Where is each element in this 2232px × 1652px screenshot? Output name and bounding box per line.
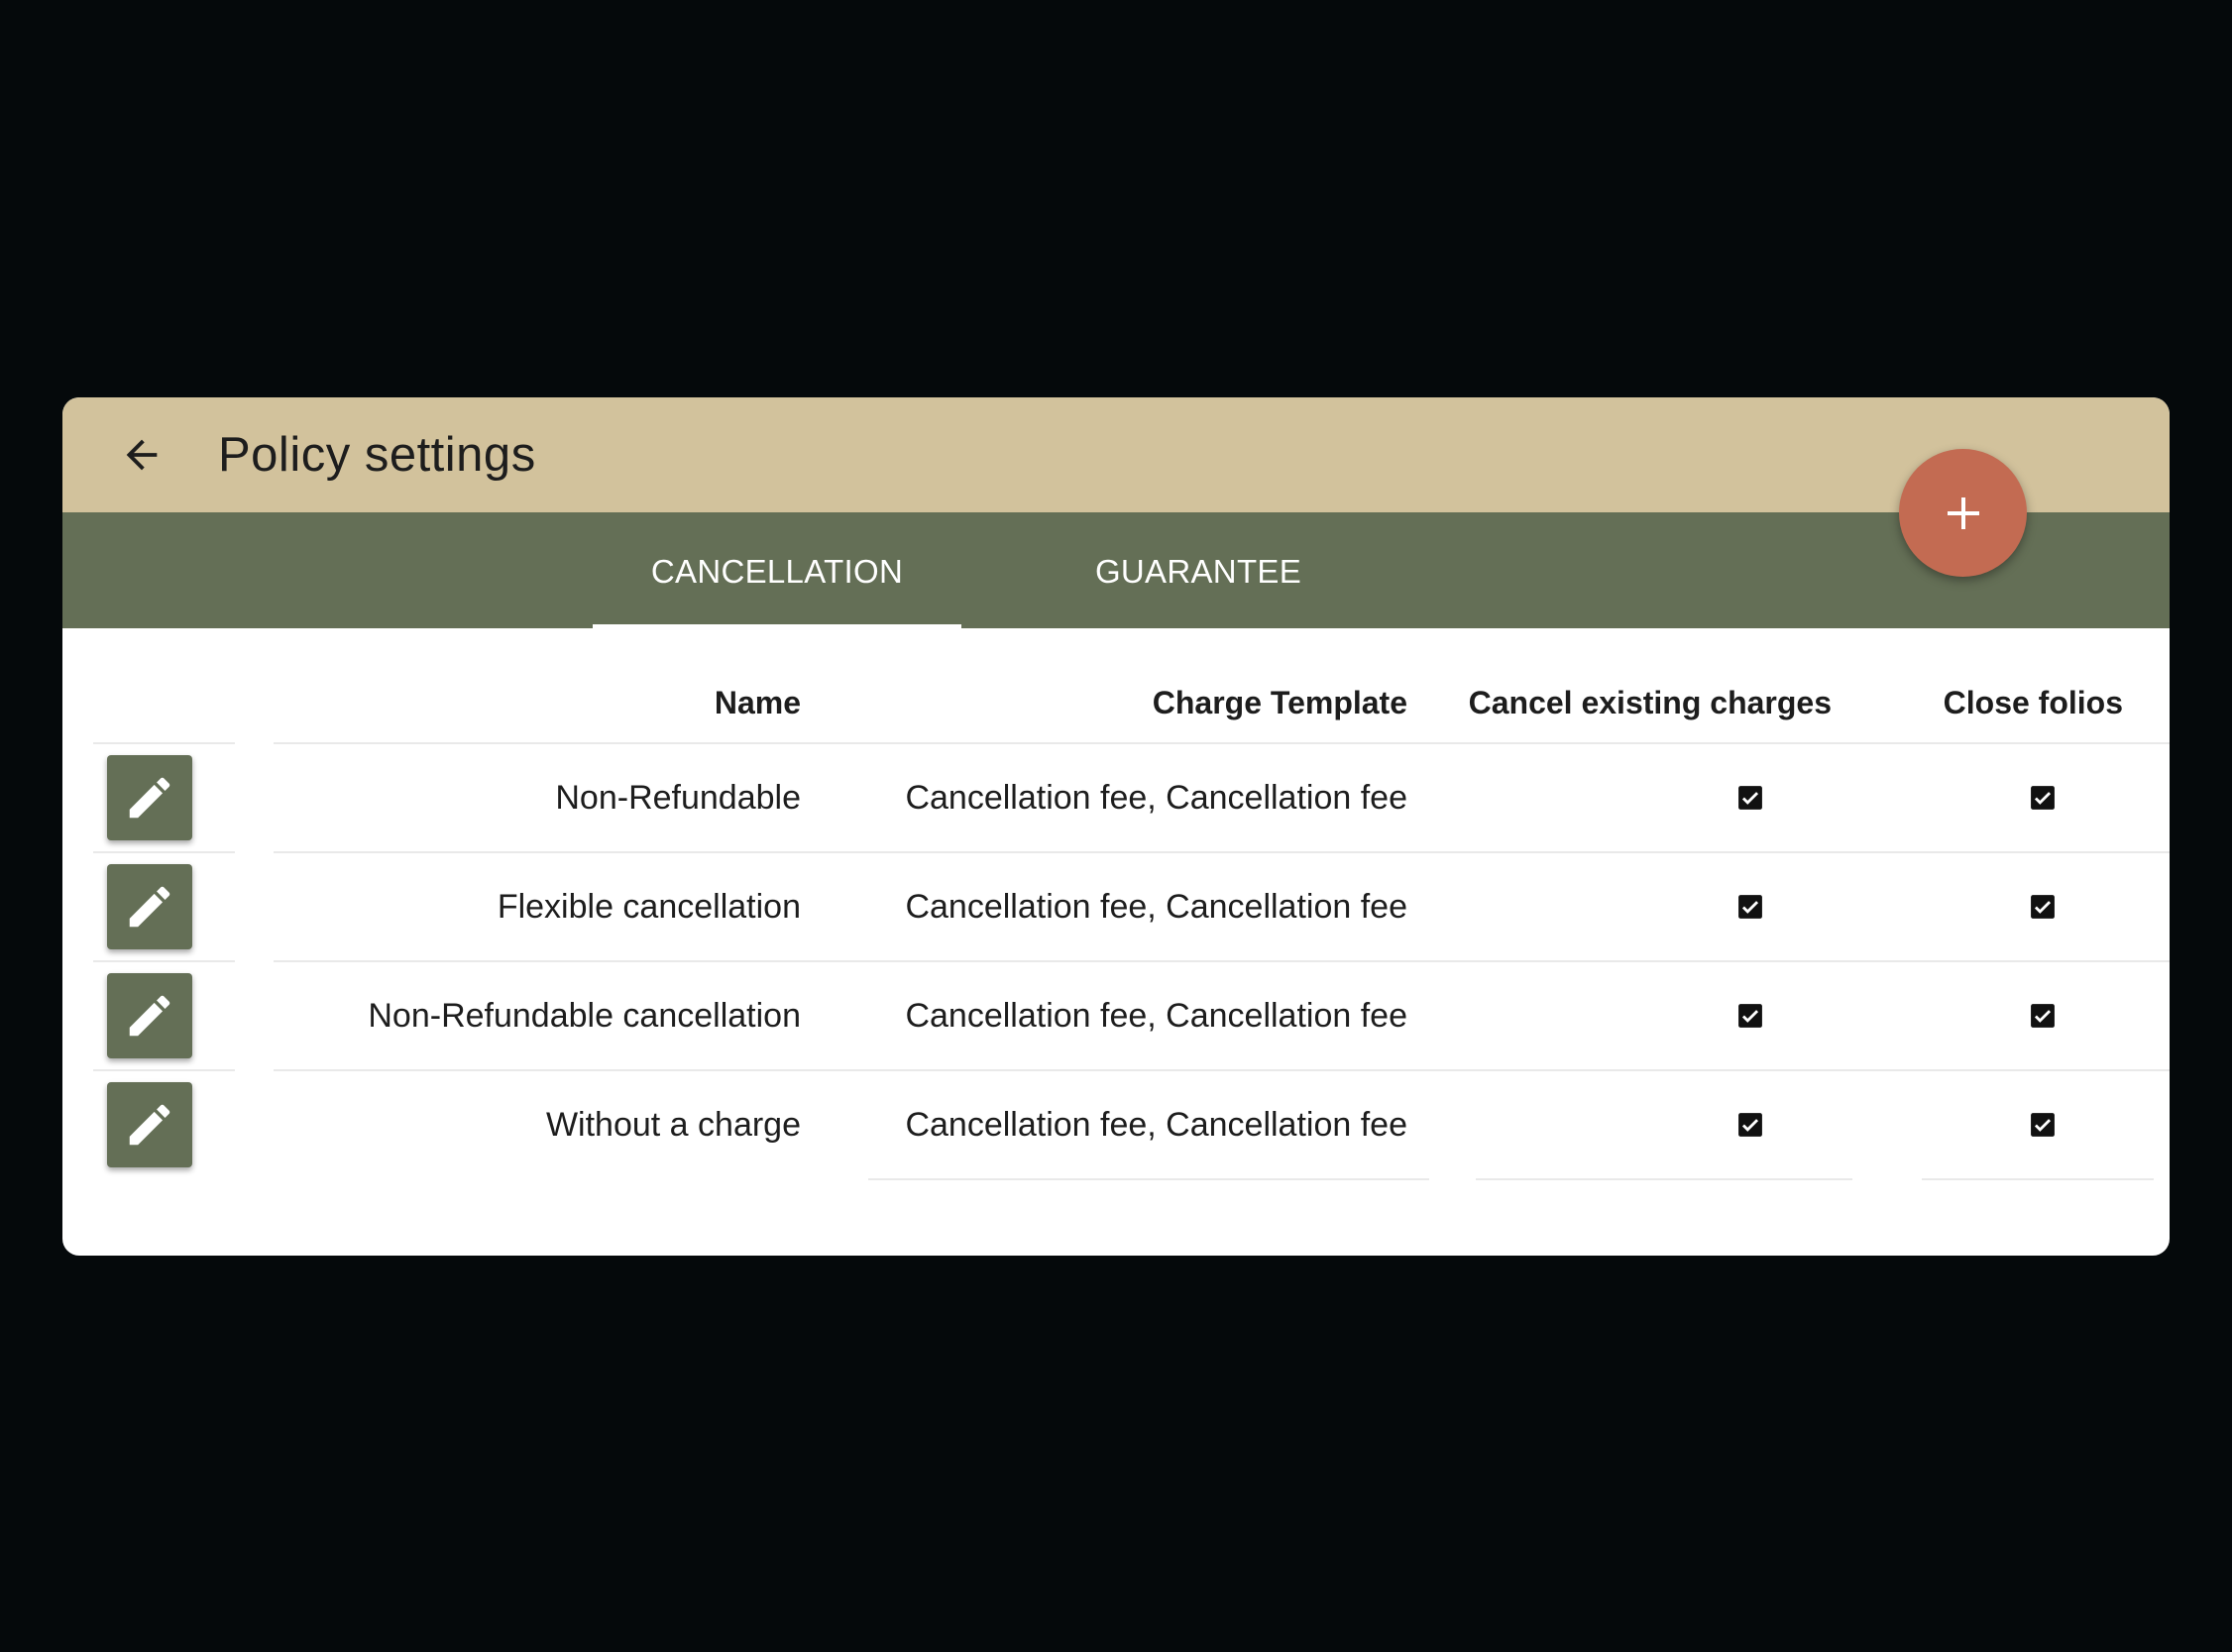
tab-guarantee-policy[interactable]: GUARANTEE POLICY <box>1038 512 1359 709</box>
checkbox-checked-icon[interactable] <box>1737 894 1763 920</box>
plus-icon <box>1947 496 1979 529</box>
checkbox-checked-icon[interactable] <box>1737 785 1763 811</box>
charge-template: Cancellation fee, Cancellation fee <box>905 997 1407 1035</box>
charge-template: Cancellation fee, Cancellation fee <box>905 1106 1407 1144</box>
page-title: Policy settings <box>218 428 536 482</box>
checkbox-checked-icon[interactable] <box>2030 894 2056 920</box>
edit-button[interactable] <box>107 755 192 840</box>
arrow-left-icon <box>126 439 158 471</box>
divider <box>1476 1178 1852 1180</box>
back-button[interactable] <box>110 423 173 487</box>
policy-name: Non-Refundable <box>555 779 801 817</box>
edit-button[interactable] <box>107 1082 192 1167</box>
checkbox-checked-icon[interactable] <box>2030 1112 2056 1138</box>
pencil-icon <box>129 1104 170 1146</box>
policy-name: Flexible cancellation <box>497 888 801 926</box>
checkbox-checked-icon[interactable] <box>1737 1112 1763 1138</box>
tab-cancellation-policy[interactable]: CANCELLATION POLICY <box>593 512 961 709</box>
table-row: Without a charge Cancellation fee, Cance… <box>62 1070 2170 1179</box>
column-header-name: Name <box>714 685 801 720</box>
column-header-charge-template: Charge Template <box>1152 685 1407 720</box>
column-header-cancel-existing-charges: Cancel existing charges <box>1468 685 1832 720</box>
edit-button[interactable] <box>107 973 192 1058</box>
checkbox-checked-icon[interactable] <box>2030 1003 2056 1029</box>
pencil-icon <box>129 995 170 1037</box>
add-policy-button[interactable] <box>1899 449 2027 577</box>
checkbox-checked-icon[interactable] <box>2030 785 2056 811</box>
divider <box>868 1178 1429 1180</box>
table-row: Flexible cancellation Cancellation fee, … <box>62 852 2170 961</box>
checkbox-checked-icon[interactable] <box>1737 1003 1763 1029</box>
column-header-close-folios: Close folios <box>1943 685 2123 720</box>
table-row: Non-Refundable cancellation Cancellation… <box>62 961 2170 1070</box>
pencil-icon <box>129 777 170 819</box>
pencil-icon <box>129 886 170 928</box>
tab-bar: CANCELLATION POLICY GUARANTEE POLICY <box>62 512 2170 709</box>
policy-name: Without a charge <box>545 1106 801 1144</box>
policy-settings-card: Policy settings CANCELLATION POLICY GUAR… <box>62 397 2170 1256</box>
table-row: Non-Refundable Cancellation fee, Cancell… <box>62 743 2170 852</box>
charge-template: Cancellation fee, Cancellation fee <box>905 779 1407 817</box>
charge-template: Cancellation fee, Cancellation fee <box>905 888 1407 926</box>
divider <box>1922 1178 2154 1180</box>
policy-name: Non-Refundable cancellation <box>368 997 801 1035</box>
title-bar: Policy settings <box>62 397 2170 512</box>
edit-button[interactable] <box>107 864 192 949</box>
